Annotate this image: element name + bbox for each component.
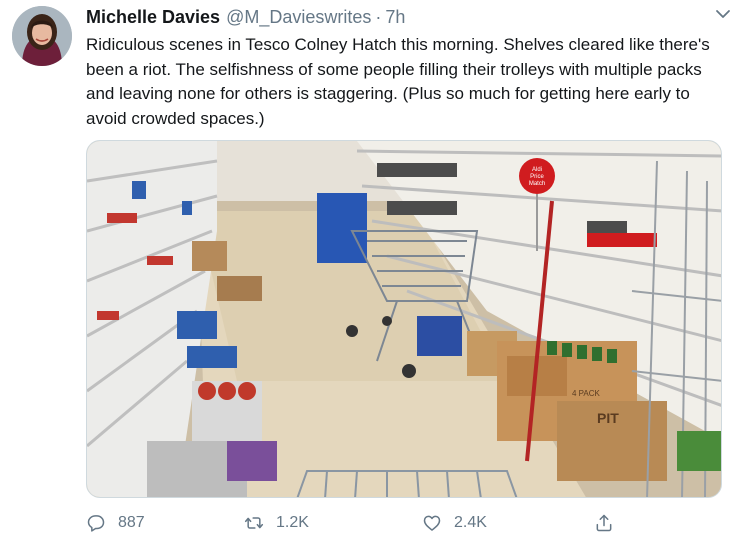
separator-dot: · [375,6,382,27]
like-button[interactable]: 2.4K [422,510,487,536]
heart-icon [423,515,441,531]
retweet-count: 1.2K [276,514,309,531]
share-icon [596,514,612,532]
supermarket-aisle-photo: Aldi Price Match 4 PACK PIT [87,141,721,497]
reply-button[interactable]: 887 [86,510,145,536]
tweet-header: Michelle Davies @M_Davieswrites · 7h [86,5,727,29]
chevron-down-icon[interactable] [715,6,731,22]
tweet-actions: 887 1.2K 2.4K [86,510,726,536]
sign-line-2: Price [530,174,544,180]
share-button[interactable] [594,510,626,536]
avatar[interactable] [12,6,72,66]
like-count: 2.4K [454,514,487,531]
sign-line-1: Aldi [532,167,542,173]
box-label-1: 4 PACK [572,389,601,398]
reply-icon [87,515,105,532]
author-name[interactable]: Michelle Davies [86,7,220,28]
tweet-photo[interactable]: Aldi Price Match 4 PACK PIT [86,140,722,498]
reply-count: 887 [118,514,145,531]
retweet-button[interactable]: 1.2K [244,510,309,536]
tweet-timestamp[interactable]: 7h [385,7,405,28]
avatar-photo [12,6,72,66]
box-label-2: PIT [597,410,619,426]
retweet-icon [244,517,264,529]
sign-line-3: Match [529,181,545,187]
tweet-text: Ridiculous scenes in Tesco Colney Hatch … [86,35,710,128]
author-handle[interactable]: @M_Davieswrites [226,7,371,28]
